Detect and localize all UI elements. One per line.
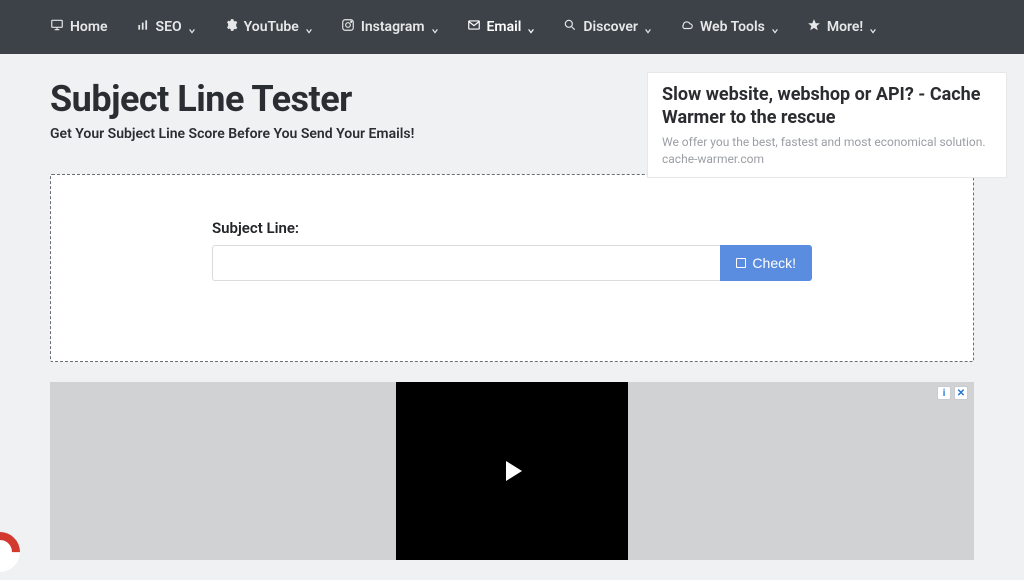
nav-discover[interactable]: Discover	[563, 18, 652, 36]
nav-home[interactable]: Home	[50, 18, 108, 36]
nav-label: SEO	[156, 19, 182, 35]
chevron-down-icon	[188, 23, 196, 31]
nav-label: Email	[487, 19, 522, 35]
play-icon	[506, 461, 522, 481]
chart-icon	[136, 18, 150, 36]
form-panel: Subject Line: Check!	[50, 174, 974, 362]
mail-icon	[467, 18, 481, 36]
chevron-down-icon	[431, 23, 439, 31]
nav-label: Web Tools	[700, 19, 765, 35]
page-subtitle: Get Your Subject Line Score Before You S…	[50, 126, 414, 142]
chevron-down-icon	[869, 23, 877, 31]
video-thumbnail[interactable]	[396, 382, 628, 560]
chevron-down-icon	[644, 23, 652, 31]
camera-icon	[341, 18, 355, 36]
ad-card-description: We offer you the best, fastest and most …	[662, 134, 992, 168]
ad-card-title: Slow website, webshop or API? - Cache Wa…	[662, 83, 992, 130]
nav-seo[interactable]: SEO	[136, 18, 196, 36]
page-title: Subject Line Tester	[50, 78, 414, 120]
nav-instagram[interactable]: Instagram	[341, 18, 439, 36]
monitor-icon	[50, 18, 64, 36]
form-wrap: Subject Line: Check!	[212, 219, 812, 281]
title-block: Subject Line Tester Get Your Subject Lin…	[50, 78, 414, 142]
page-content: Subject Line Tester Get Your Subject Lin…	[0, 54, 1024, 362]
top-navbar: Home SEO YouTube Instagram Email Discove	[0, 0, 1024, 54]
ad-info-button[interactable]: i	[937, 386, 951, 400]
nav-email[interactable]: Email	[467, 18, 536, 36]
subject-line-label: Subject Line:	[212, 219, 812, 237]
chevron-down-icon	[527, 23, 535, 31]
subject-line-input[interactable]	[212, 245, 720, 281]
ad-close-button[interactable]: ✕	[954, 386, 968, 400]
input-row: Check!	[212, 245, 812, 281]
ad-controls: i ✕	[937, 386, 968, 400]
search-icon	[563, 18, 577, 36]
nav-more[interactable]: More!	[807, 18, 877, 36]
cloud-icon	[680, 18, 694, 36]
nav-label: YouTube	[244, 19, 299, 35]
chevron-down-icon	[305, 23, 313, 31]
nav-youtube[interactable]: YouTube	[224, 18, 313, 36]
nav-label: Discover	[583, 19, 638, 35]
chevron-down-icon	[771, 23, 779, 31]
nav-label: Instagram	[361, 19, 425, 35]
nav-label: More!	[827, 19, 863, 35]
check-button-label: Check!	[752, 255, 796, 271]
check-button[interactable]: Check!	[720, 245, 812, 281]
ad-banner: i ✕	[50, 382, 974, 560]
star-icon	[807, 18, 821, 36]
square-icon	[736, 258, 746, 268]
nav-label: Home	[70, 19, 108, 35]
ad-card[interactable]: Slow website, webshop or API? - Cache Wa…	[647, 72, 1007, 178]
nav-webtools[interactable]: Web Tools	[680, 18, 779, 36]
gear-icon	[224, 18, 238, 36]
